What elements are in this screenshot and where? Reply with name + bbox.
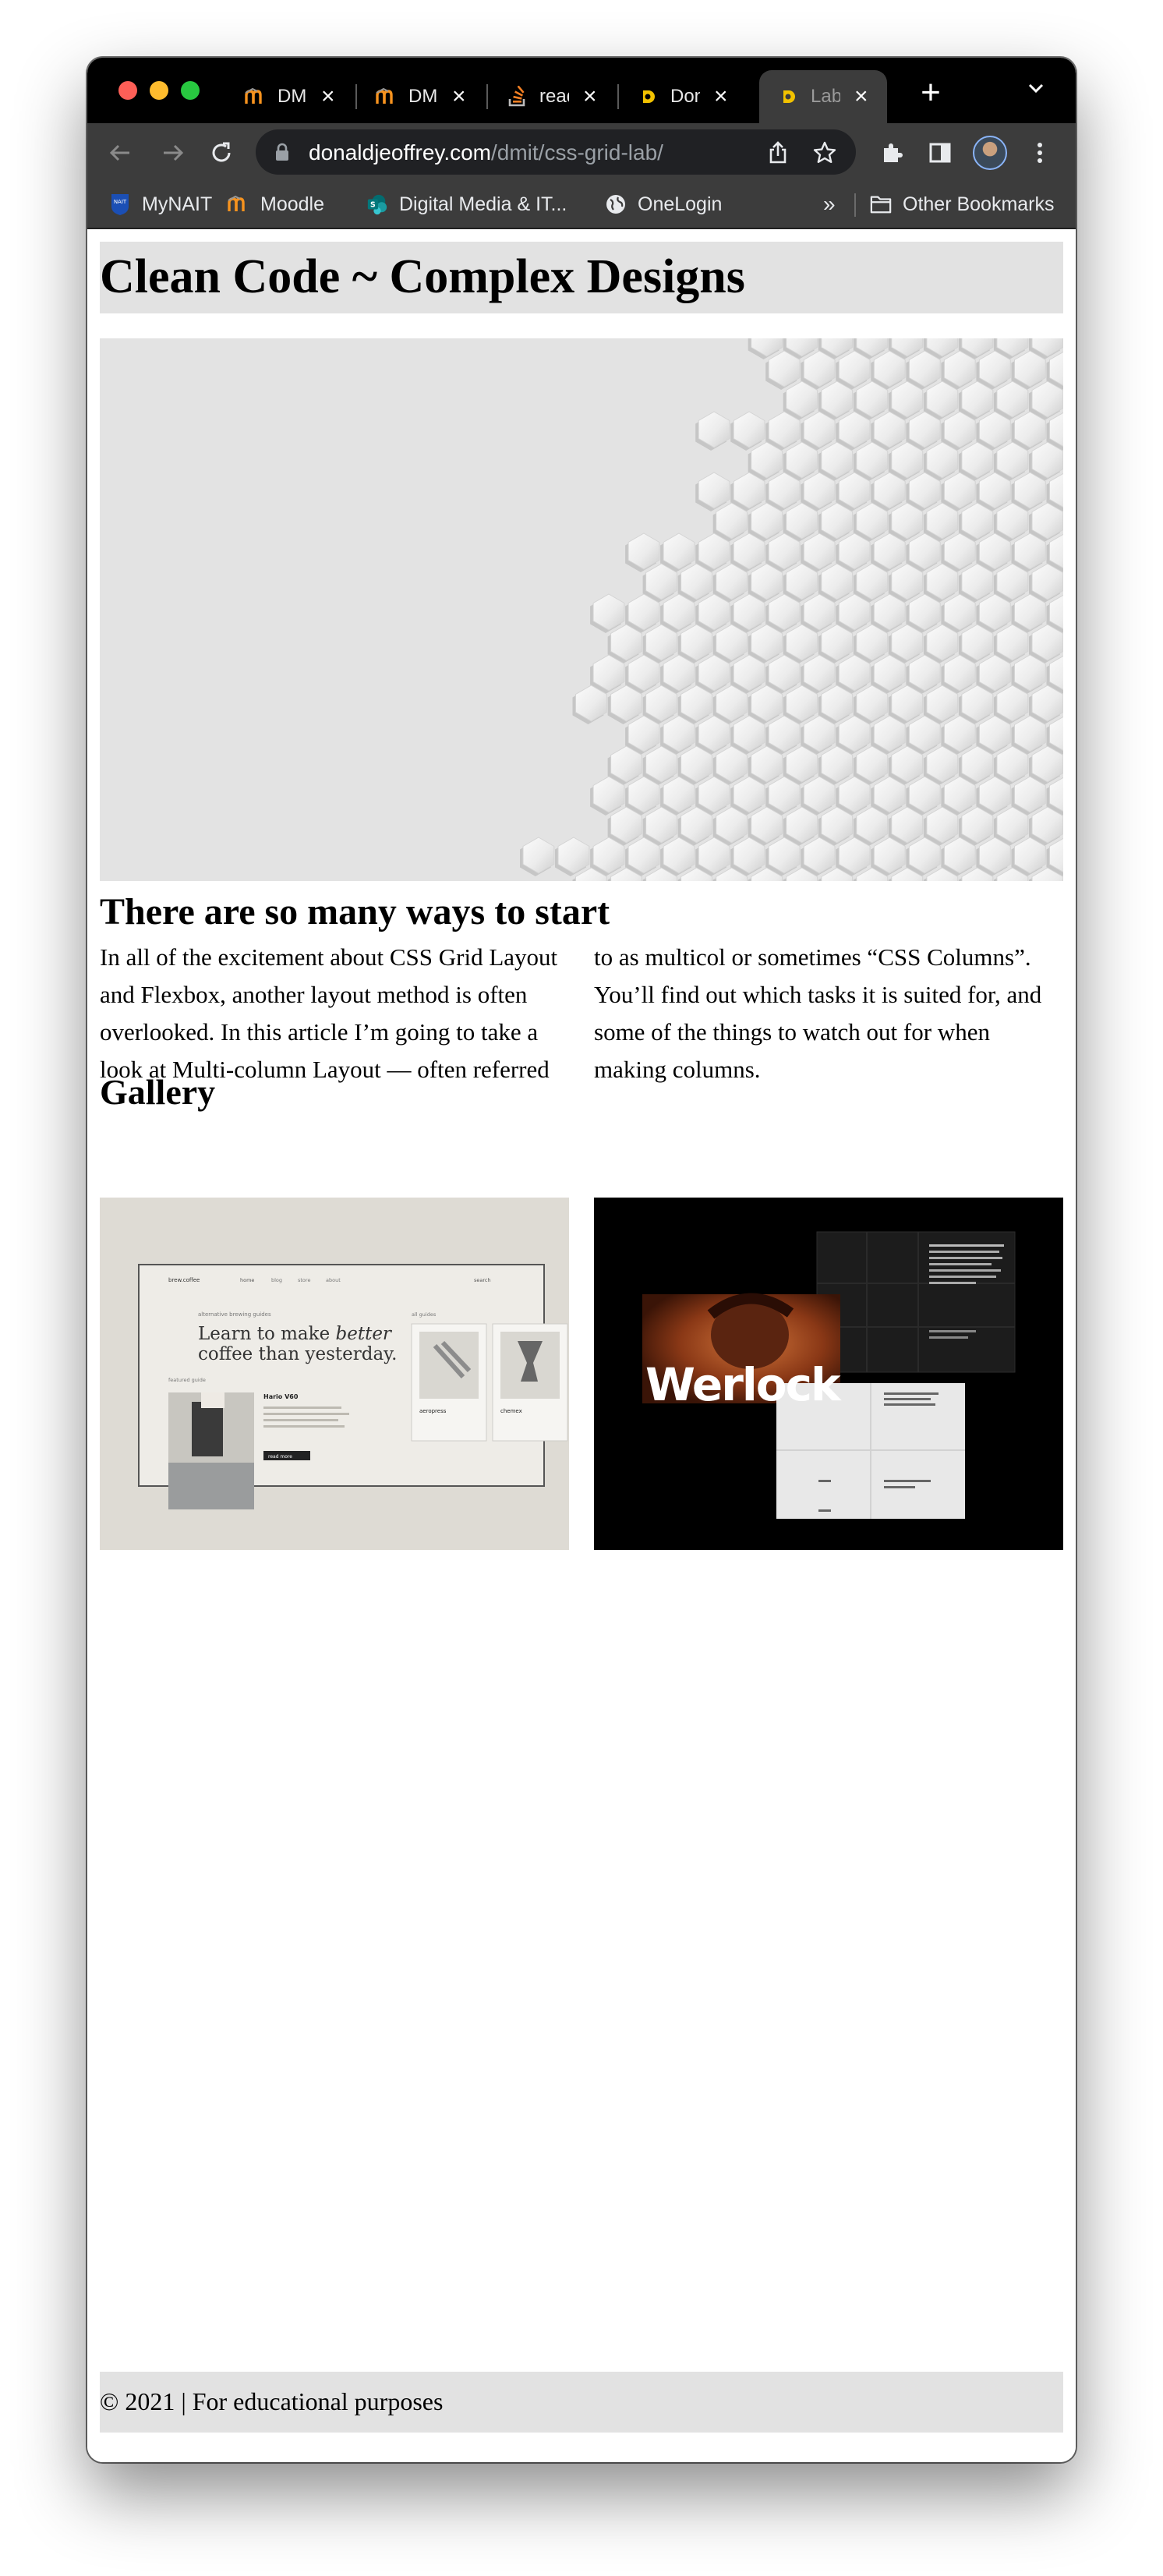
mockup-nav-item: store [298,1277,310,1283]
close-tab-icon[interactable]: × [452,85,466,108]
forward-icon[interactable] [157,137,189,168]
close-tab-icon[interactable]: × [583,85,597,108]
mockup-brand: brew.coffee [168,1277,200,1283]
bookmark-onelogin[interactable]: OneLogin [605,190,722,218]
url-host: donaldjeoffrey.com [309,140,491,165]
footer-text: © 2021 | For educational purposes [100,2387,444,2415]
bookmark-label: Digital Media & IT... [399,193,567,215]
site-footer: © 2021 | For educational purposes [100,2372,1063,2433]
close-window-button[interactable] [118,81,137,100]
close-tab-icon[interactable]: × [854,85,868,108]
close-tab-icon[interactable]: × [321,85,335,108]
tab-don[interactable]: Don × [619,70,747,123]
tab-title: Lab [811,86,840,107]
address-bar[interactable]: donaldjeoffrey.com/dmit/css-grid-lab/ [256,129,856,175]
section-heading: There are so many ways to start [100,891,610,932]
mockup-nav-item: about [326,1277,341,1283]
stackoverflow-icon [507,86,528,108]
browser-window: DMIT × DMIT × read × Don × [87,58,1076,2462]
site-logo-icon [778,86,800,108]
gallery-image-coffee: brew.coffee home blog store about search… [100,1198,569,1550]
folder-icon [870,193,892,215]
svg-text:NAIT: NAIT [114,199,127,205]
maximize-window-button[interactable] [181,81,200,100]
gallery-heading: Gallery [100,1072,216,1112]
tab-title: DMIT [408,86,438,107]
article-text: In all of the excitement about CSS Grid … [100,943,1042,1083]
lock-icon[interactable] [274,143,290,165]
svg-text:S: S [370,201,376,210]
bookmark-mynait[interactable]: NAIT MyNAIT [109,190,212,218]
tab-title: DMIT [277,86,307,107]
mockup-headline-line1: Learn to make better [198,1324,393,1344]
poster-brand-word: Werlock [645,1358,842,1411]
moodle-icon [376,86,398,108]
new-tab-button[interactable]: + [907,73,954,112]
extensions-icon[interactable] [876,137,907,168]
close-tab-icon[interactable]: × [714,85,728,108]
reload-icon[interactable] [206,137,237,168]
tab-lab[interactable]: Lab × [759,70,887,123]
tab-read[interactable]: read × [488,70,616,123]
moodle-icon [228,193,249,215]
mockup-eyebrow: alternative brewing guides [198,1311,271,1318]
bookmark-label: Moodle [260,193,324,215]
mockup-all-guides: all guides [412,1311,437,1318]
browser-menu-icon[interactable] [1024,137,1055,168]
site-logo-icon [638,86,659,108]
mockup-nav-item: blog [271,1277,282,1283]
tab-title: read [539,86,569,107]
tab-strip: DMIT × DMIT × read × Don × [87,58,1076,123]
tab-search-chevron-icon[interactable] [1026,78,1046,102]
bookmarks-bar: NAIT MyNAIT Moodle S Digital Media & IT.… [87,182,1076,229]
bookmark-label: MyNAIT [142,193,213,215]
mockup-card-title: aeropress [419,1408,447,1414]
bookmarks-divider [854,193,856,217]
bookmark-label: OneLogin [638,193,723,215]
hero-image [100,338,1063,881]
site-header: Clean Code ~ Complex Designs [100,242,1063,313]
moodle-icon [245,86,267,108]
bookmark-star-icon[interactable] [812,140,837,165]
bookmarks-overflow-button[interactable]: » [823,190,836,218]
tab-dmit-1[interactable]: DMIT × [226,70,354,123]
share-icon[interactable] [765,140,790,165]
sharepoint-icon: S [366,193,388,215]
mockup-featured: featured guide [168,1377,206,1383]
nait-icon: NAIT [109,193,131,215]
other-bookmarks-folder[interactable]: Other Bookmarks [870,190,1055,218]
back-icon[interactable] [104,137,136,168]
tab-dmit-2[interactable]: DMIT × [357,70,485,123]
url-text: donaldjeoffrey.com/dmit/css-grid-lab/ [309,140,663,165]
side-panel-icon[interactable] [924,137,956,168]
mockup-cta: read more [268,1454,292,1460]
profile-avatar[interactable] [973,136,1007,170]
globe-icon [605,193,627,215]
url-path: /dmit/css-grid-lab/ [491,140,663,165]
site-title: Clean Code ~ Complex Designs [100,250,745,303]
mockup-product: Hario V60 [263,1393,299,1400]
web-page: Clean Code ~ Complex Designs There are s… [87,229,1076,2462]
mockup-card-title: chemex [500,1408,522,1414]
minimize-window-button[interactable] [150,81,168,100]
other-bookmarks-label: Other Bookmarks [903,193,1055,215]
bookmark-digital-media[interactable]: S Digital Media & IT... [366,190,567,218]
gallery-image-werlock: Werlock [594,1198,1063,1550]
mockup-search: search [474,1277,491,1283]
mockup-nav-item: home [240,1277,254,1283]
mockup-headline-line2: coffee than yesterday. [198,1344,397,1364]
browser-toolbar: donaldjeoffrey.com/dmit/css-grid-lab/ [87,123,1076,182]
hexagon-pattern [100,338,1063,881]
bookmark-moodle[interactable]: Moodle [228,190,324,218]
tab-title: Don [670,86,700,107]
